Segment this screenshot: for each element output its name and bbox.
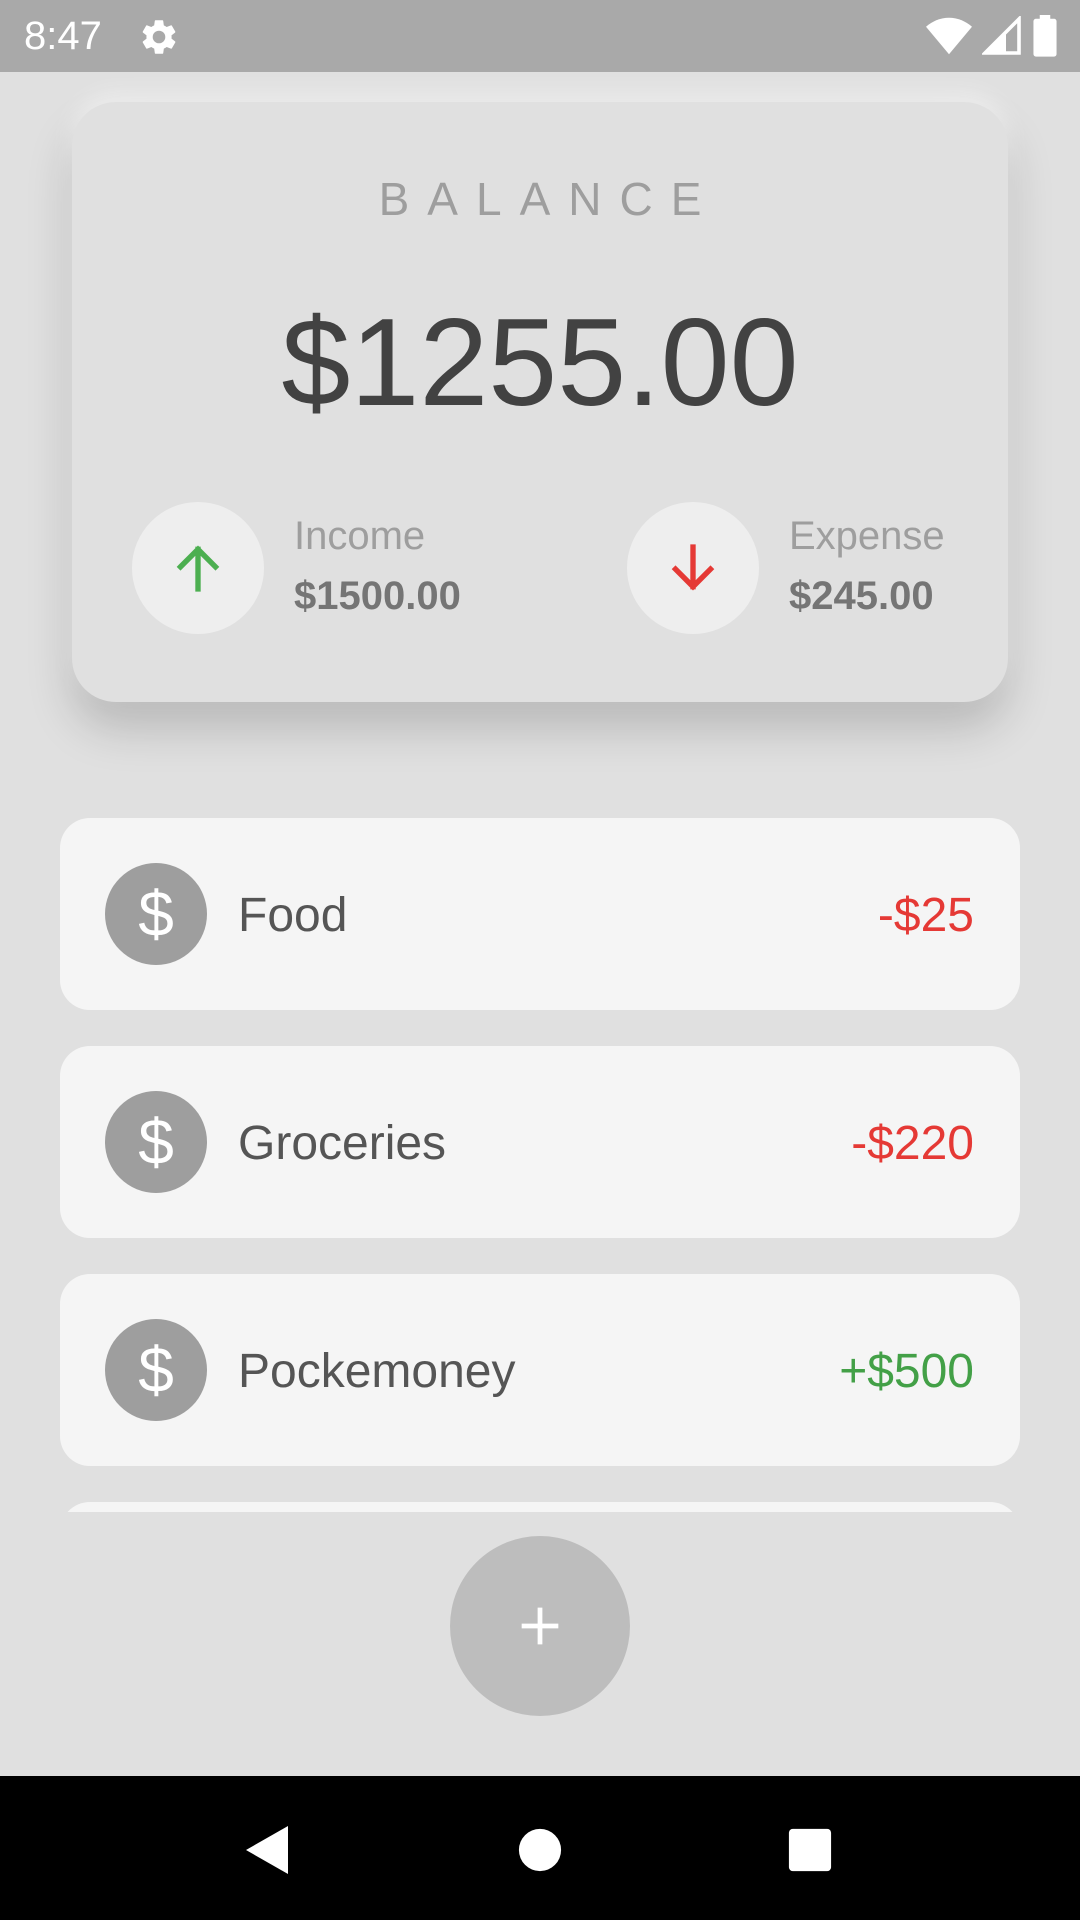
app-screen: 8:47 BALANCE $1255.00 Income $1500.00 Ex… [0,0,1080,1920]
balance-amount: $1255.00 [281,294,799,432]
expense-value: $245.00 [789,574,934,618]
income-circle [132,502,264,634]
arrow-up-icon [176,545,220,592]
transaction-item[interactable]: $ Food -$25 [60,818,1020,1010]
dollar-icon: $ [105,1091,207,1193]
transaction-item[interactable]: $ Groceries -$220 [60,1046,1020,1238]
transaction-amount: -$220 [851,1117,974,1170]
transaction-name: Groceries [238,1117,447,1170]
balance-card: BALANCE $1255.00 Income $1500.00 Expense… [72,102,1008,702]
arrow-down-icon [671,544,715,591]
wifi-icon [926,17,972,55]
transaction-item[interactable]: $ Pockemoney +$500 [60,1274,1020,1466]
back-button[interactable] [238,1820,298,1880]
cell-signal-icon [982,16,1021,55]
transaction-list[interactable]: $ Food -$25 $ Groceries -$220 $ Pockemon… [60,818,1020,1512]
battery-icon [1033,15,1057,57]
transaction-amount: -$25 [877,889,974,942]
transaction-amount: +$500 [839,1345,974,1398]
status-bar: 8:47 [0,0,1080,72]
status-time: 8:47 [24,14,102,58]
home-button[interactable] [510,1820,570,1880]
home-icon [518,1828,562,1872]
plus-icon [521,1607,559,1645]
dollar-icon: $ [105,863,207,965]
dollar-icon: $ [105,1319,207,1421]
expense-circle [627,502,759,634]
expense-label: Expense [789,514,945,558]
income-label: Income [294,514,426,558]
back-icon [246,1826,288,1874]
navigation-bar [0,1776,1080,1920]
add-transaction-button[interactable] [450,1536,630,1716]
status-icons [926,14,1058,58]
transaction-name: Food [238,889,348,942]
settings-gear-icon [142,20,176,54]
balance-label: BALANCE [378,173,720,225]
income-value: $1500.00 [294,574,461,618]
recents-button[interactable] [780,1820,840,1880]
transaction-name: Pockemoney [238,1345,516,1398]
transaction-item-partial[interactable] [60,1502,1020,1512]
recents-icon [788,1828,832,1872]
